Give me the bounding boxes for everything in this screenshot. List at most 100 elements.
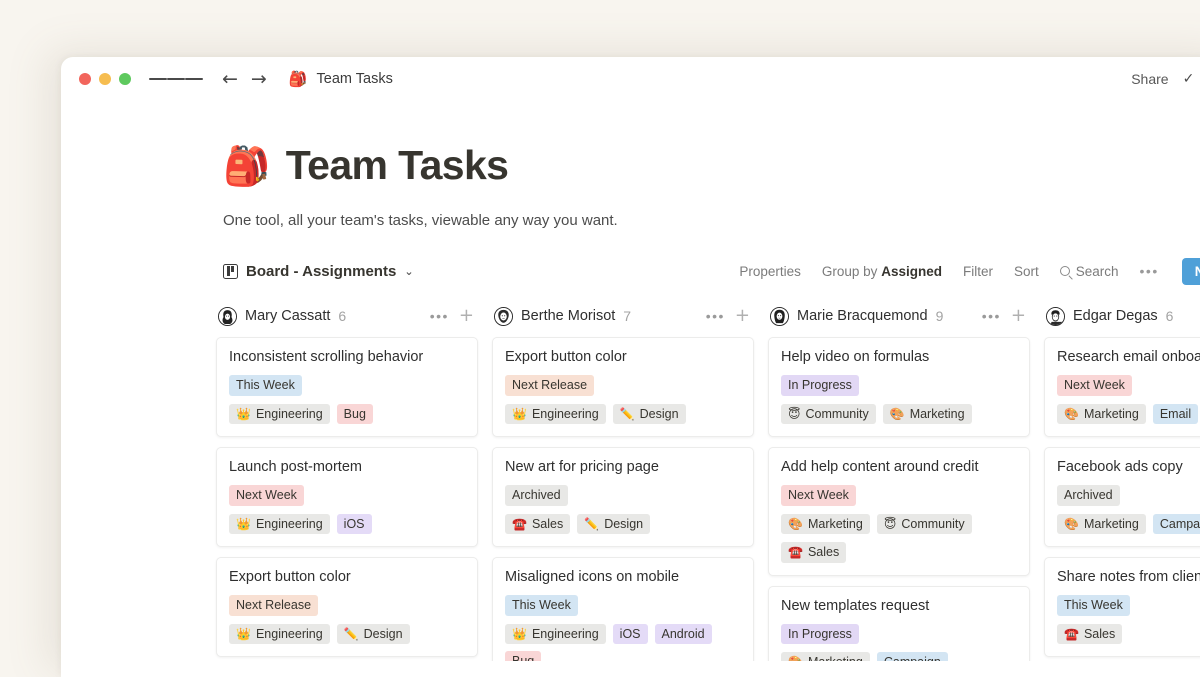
tag-label: iOS	[344, 518, 365, 531]
tag-badge: iOS	[613, 624, 648, 645]
task-card-title: New templates request	[781, 598, 1017, 614]
marie-bracquemond-avatar	[770, 307, 789, 326]
tag-label: Android	[662, 628, 705, 641]
tag-emoji-icon: 🎨	[890, 408, 905, 420]
task-card[interactable]: Misaligned icons on mobileThis Week👑Engi…	[492, 557, 754, 661]
tag-row: 😇Community🎨Marketing	[781, 404, 1017, 425]
tag-emoji-icon: ✏️	[620, 408, 635, 420]
tag-badge: Android	[655, 624, 712, 645]
forward-arrow-icon[interactable]: →	[251, 70, 267, 89]
status-row: This Week	[505, 595, 741, 616]
column-menu-icon[interactable]: •••	[706, 308, 725, 324]
tag-badge: 🎨Marketing	[781, 652, 870, 661]
view-selector[interactable]: Board - Assignments ⌄	[223, 263, 414, 280]
window-titlebar: ← → 🎒 Team Tasks Share ✓ Upd	[61, 57, 1200, 101]
breadcrumb[interactable]: 🎒 Team Tasks	[289, 70, 393, 88]
updated-status[interactable]: ✓ Upd	[1183, 71, 1200, 87]
new-item-button[interactable]: Ne	[1182, 258, 1200, 285]
task-card[interactable]: Export button colorNext Release👑Engineer…	[492, 337, 754, 437]
sort-button[interactable]: Sort	[1014, 264, 1039, 279]
board-column: Edgar Degas6•••+Research email onboardin…	[1044, 301, 1200, 657]
column-title[interactable]: Berthe Morisot	[521, 308, 615, 324]
tag-emoji-icon: 👑	[236, 518, 251, 530]
status-row: This Week	[229, 375, 465, 396]
board-column: Berthe Morisot7•••+Export button colorNe…	[492, 301, 754, 661]
task-card-title: Facebook ads copy	[1057, 459, 1200, 475]
chevron-down-icon[interactable]: ⌄	[404, 265, 413, 278]
task-card[interactable]: Export button colorNext Release👑Engineer…	[216, 557, 478, 657]
column-header: Marie Bracquemond9•••+	[768, 301, 1030, 331]
tag-label: Bug	[512, 655, 534, 661]
tag-badge: 🎨Marketing	[883, 404, 972, 425]
minimize-window-button[interactable]	[99, 73, 111, 85]
task-card[interactable]: Research email onboarding flowsNext Week…	[1044, 337, 1200, 437]
tag-badge: ✏️ Design	[613, 404, 686, 425]
titlebar-actions: Share ✓ Upd	[1131, 71, 1200, 87]
tag-badge: 🎨Marketing	[1057, 514, 1146, 535]
task-card[interactable]: Inconsistent scrolling behavior This Week…	[216, 337, 478, 437]
status-row: Next Release	[229, 595, 465, 616]
task-card-title: Share notes from client meeting	[1057, 569, 1200, 585]
tag-badge: Campaign	[877, 652, 948, 661]
filter-button[interactable]: Filter	[963, 264, 993, 279]
search-label: Search	[1076, 264, 1119, 279]
task-card-title: Inconsistent scrolling behavior	[229, 349, 465, 365]
status-badge: Archived	[505, 485, 568, 506]
status-badge: Next Release	[505, 375, 594, 396]
page-header: 🎒 Team Tasks One tool, all your team's t…	[61, 101, 1200, 229]
group-by-button[interactable]: Group by Assigned	[822, 264, 942, 279]
tag-label: Design	[640, 408, 679, 421]
tag-emoji-icon: ☎️	[512, 518, 527, 530]
column-menu-icon[interactable]: •••	[982, 308, 1001, 324]
hamburger-icon[interactable]	[149, 75, 203, 83]
properties-button[interactable]: Properties	[739, 264, 801, 279]
tag-label: Engineering	[256, 628, 323, 641]
task-card-title: Research email onboarding flows	[1057, 349, 1200, 365]
tag-row-secondary: ☎️Sales	[781, 542, 1017, 563]
column-header: Mary Cassatt6•••+	[216, 301, 478, 331]
add-card-icon[interactable]: +	[735, 307, 750, 325]
task-card[interactable]: Help video on formulasIn Progress😇Commun…	[768, 337, 1030, 437]
task-card[interactable]: Share notes from client meeting This Week…	[1044, 557, 1200, 657]
column-title[interactable]: Edgar Degas	[1073, 308, 1158, 324]
tag-badge: 😇Community	[877, 514, 972, 535]
back-arrow-icon[interactable]: ←	[222, 70, 238, 89]
search-button[interactable]: Search	[1060, 264, 1119, 279]
tag-emoji-icon: 🎨	[788, 518, 803, 530]
task-card[interactable]: New templates requestIn Progress🎨Marketi…	[768, 586, 1030, 662]
tag-row: 👑Engineering✏️Design	[505, 404, 741, 425]
tag-badge: 👑Engineering	[229, 514, 330, 535]
add-card-icon[interactable]: +	[1011, 307, 1026, 325]
more-options-icon[interactable]: •••	[1140, 263, 1159, 279]
close-window-button[interactable]	[79, 73, 91, 85]
task-card[interactable]: New art for pricing pageArchived☎️Sales✏…	[492, 447, 754, 547]
task-card[interactable]: Facebook ads copyArchived🎨MarketingCampa…	[1044, 447, 1200, 547]
tag-label: Sales	[1084, 628, 1115, 641]
tag-label: Email	[1160, 408, 1191, 421]
status-row: Archived	[505, 485, 741, 506]
tag-label: Design	[364, 628, 403, 641]
column-title[interactable]: Marie Bracquemond	[797, 308, 928, 324]
tag-label: Design	[604, 518, 643, 531]
add-card-icon[interactable]: +	[459, 307, 474, 325]
maximize-window-button[interactable]	[119, 73, 131, 85]
status-badge: This Week	[1057, 595, 1130, 616]
share-button[interactable]: Share	[1131, 71, 1168, 87]
column-menu-icon[interactable]: •••	[430, 308, 449, 324]
tag-emoji-icon: 😇	[788, 408, 801, 420]
page-title[interactable]: 🎒 Team Tasks	[223, 145, 1200, 186]
tag-emoji-icon: 🎨	[1064, 518, 1079, 530]
task-card[interactable]: Launch post-mortemNext Week👑Engineeringi…	[216, 447, 478, 547]
backpack-icon: 🎒	[223, 147, 270, 185]
page-subtitle: One tool, all your team's tasks, viewabl…	[223, 212, 1200, 229]
tag-label: Sales	[808, 546, 839, 559]
group-by-value: Assigned	[881, 264, 942, 279]
column-title[interactable]: Mary Cassatt	[245, 308, 330, 324]
task-card[interactable]: Add help content around creditNext Week🎨…	[768, 447, 1030, 576]
tag-badge: ✏️Design	[577, 514, 650, 535]
status-row: Archived	[1057, 485, 1200, 506]
board-column: Mary Cassatt6•••+Inconsistent scrolling …	[216, 301, 478, 657]
tag-row: 🎨Marketing Campaign	[781, 652, 1017, 661]
tag-badge: ☎️Sales	[505, 514, 570, 535]
tag-row: 👑Engineering iOS	[229, 514, 465, 535]
